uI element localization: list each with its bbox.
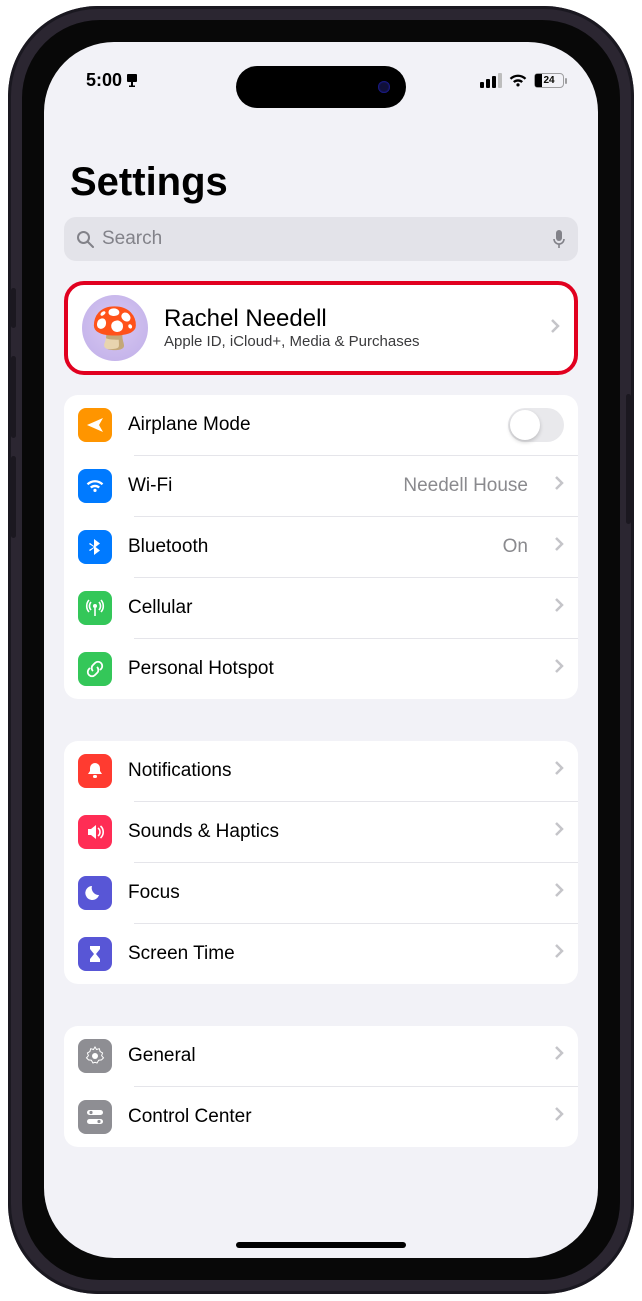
wifi-icon bbox=[508, 73, 528, 88]
settings-row-hotspot[interactable]: Personal Hotspot bbox=[64, 639, 578, 699]
bezel: 5:00 24 Settings Search bbox=[22, 20, 620, 1280]
chevron-right-icon bbox=[554, 536, 564, 558]
link-icon bbox=[78, 652, 112, 686]
chevron-right-icon bbox=[554, 658, 564, 680]
row-label: Airplane Mode bbox=[128, 414, 251, 436]
settings-row-general[interactable]: General bbox=[64, 1026, 578, 1086]
bluetooth-icon bbox=[78, 530, 112, 564]
connectivity-group: Airplane Mode Wi-Fi Needell House Bluetooth… bbox=[64, 395, 578, 699]
side-button[interactable] bbox=[626, 394, 631, 524]
row-label: Control Center bbox=[128, 1106, 252, 1128]
avatar: 🍄 bbox=[82, 295, 148, 361]
speaker-icon bbox=[78, 815, 112, 849]
antenna-icon bbox=[78, 591, 112, 625]
row-label: Bluetooth bbox=[128, 536, 208, 558]
mic-icon[interactable] bbox=[552, 229, 566, 249]
row-label: Wi-Fi bbox=[128, 475, 172, 497]
moon-icon bbox=[78, 876, 112, 910]
search-icon bbox=[76, 230, 94, 248]
row-label: Notifications bbox=[128, 760, 232, 782]
gear-icon bbox=[78, 1039, 112, 1073]
toggles-icon bbox=[78, 1100, 112, 1134]
settings-row-cellular[interactable]: Cellular bbox=[64, 578, 578, 638]
chevron-right-icon bbox=[554, 1045, 564, 1067]
account-name: Rachel Needell bbox=[164, 305, 420, 333]
settings-row-focus[interactable]: Focus bbox=[64, 863, 578, 923]
chevron-right-icon bbox=[554, 882, 564, 904]
row-label: General bbox=[128, 1045, 196, 1067]
home-indicator[interactable] bbox=[236, 1242, 406, 1248]
airplane-icon bbox=[78, 408, 112, 442]
row-label: Focus bbox=[128, 882, 180, 904]
wifi-icon bbox=[78, 469, 112, 503]
chevron-right-icon bbox=[554, 1106, 564, 1128]
chevron-right-icon bbox=[554, 597, 564, 619]
settings-row-airplane[interactable]: Airplane Mode bbox=[64, 395, 578, 455]
row-label: Sounds & Haptics bbox=[128, 821, 279, 843]
search-field[interactable]: Search bbox=[64, 217, 578, 261]
chevron-right-icon bbox=[554, 475, 564, 497]
keynote-icon bbox=[126, 73, 138, 87]
device-frame: 5:00 24 Settings Search bbox=[8, 6, 634, 1294]
page-title: Settings bbox=[44, 102, 598, 211]
row-detail: On bbox=[503, 536, 528, 558]
row-label: Cellular bbox=[128, 597, 192, 619]
chevron-right-icon bbox=[550, 318, 560, 339]
settings-row-wifi[interactable]: Wi-Fi Needell House bbox=[64, 456, 578, 516]
settings-row-bluetooth[interactable]: Bluetooth On bbox=[64, 517, 578, 577]
apple-id-row[interactable]: 🍄 Rachel Needell Apple ID, iCloud+, Medi… bbox=[68, 285, 574, 371]
account-group: 🍄 Rachel Needell Apple ID, iCloud+, Medi… bbox=[64, 281, 578, 375]
airplane-toggle[interactable] bbox=[508, 408, 564, 442]
battery-icon: 24 bbox=[534, 73, 564, 88]
search-placeholder: Search bbox=[102, 228, 162, 250]
settings-row-sounds[interactable]: Sounds & Haptics bbox=[64, 802, 578, 862]
settings-row-screentime[interactable]: Screen Time bbox=[64, 924, 578, 984]
hourglass-icon bbox=[78, 937, 112, 971]
chevron-right-icon bbox=[554, 760, 564, 782]
account-subtitle: Apple ID, iCloud+, Media & Purchases bbox=[164, 333, 420, 352]
settings-row-notifications[interactable]: Notifications bbox=[64, 741, 578, 801]
volume-up-button[interactable] bbox=[11, 356, 16, 438]
chevron-right-icon bbox=[554, 943, 564, 965]
row-label: Personal Hotspot bbox=[128, 658, 274, 680]
settings-row-controlcenter[interactable]: Control Center bbox=[64, 1087, 578, 1147]
general-group: General Control Center bbox=[64, 1026, 578, 1147]
chevron-right-icon bbox=[554, 821, 564, 843]
dynamic-island bbox=[236, 66, 406, 108]
screen: 5:00 24 Settings Search bbox=[44, 42, 598, 1258]
status-time: 5:00 bbox=[86, 70, 122, 91]
battery-percent: 24 bbox=[535, 75, 563, 86]
mute-switch[interactable] bbox=[11, 288, 16, 328]
bell-icon bbox=[78, 754, 112, 788]
notifications-group: Notifications Sounds & Haptics Focus Screen… bbox=[64, 741, 578, 984]
row-label: Screen Time bbox=[128, 943, 235, 965]
cell-signal-icon bbox=[480, 73, 502, 88]
volume-down-button[interactable] bbox=[11, 456, 16, 538]
row-detail: Needell House bbox=[403, 475, 528, 497]
